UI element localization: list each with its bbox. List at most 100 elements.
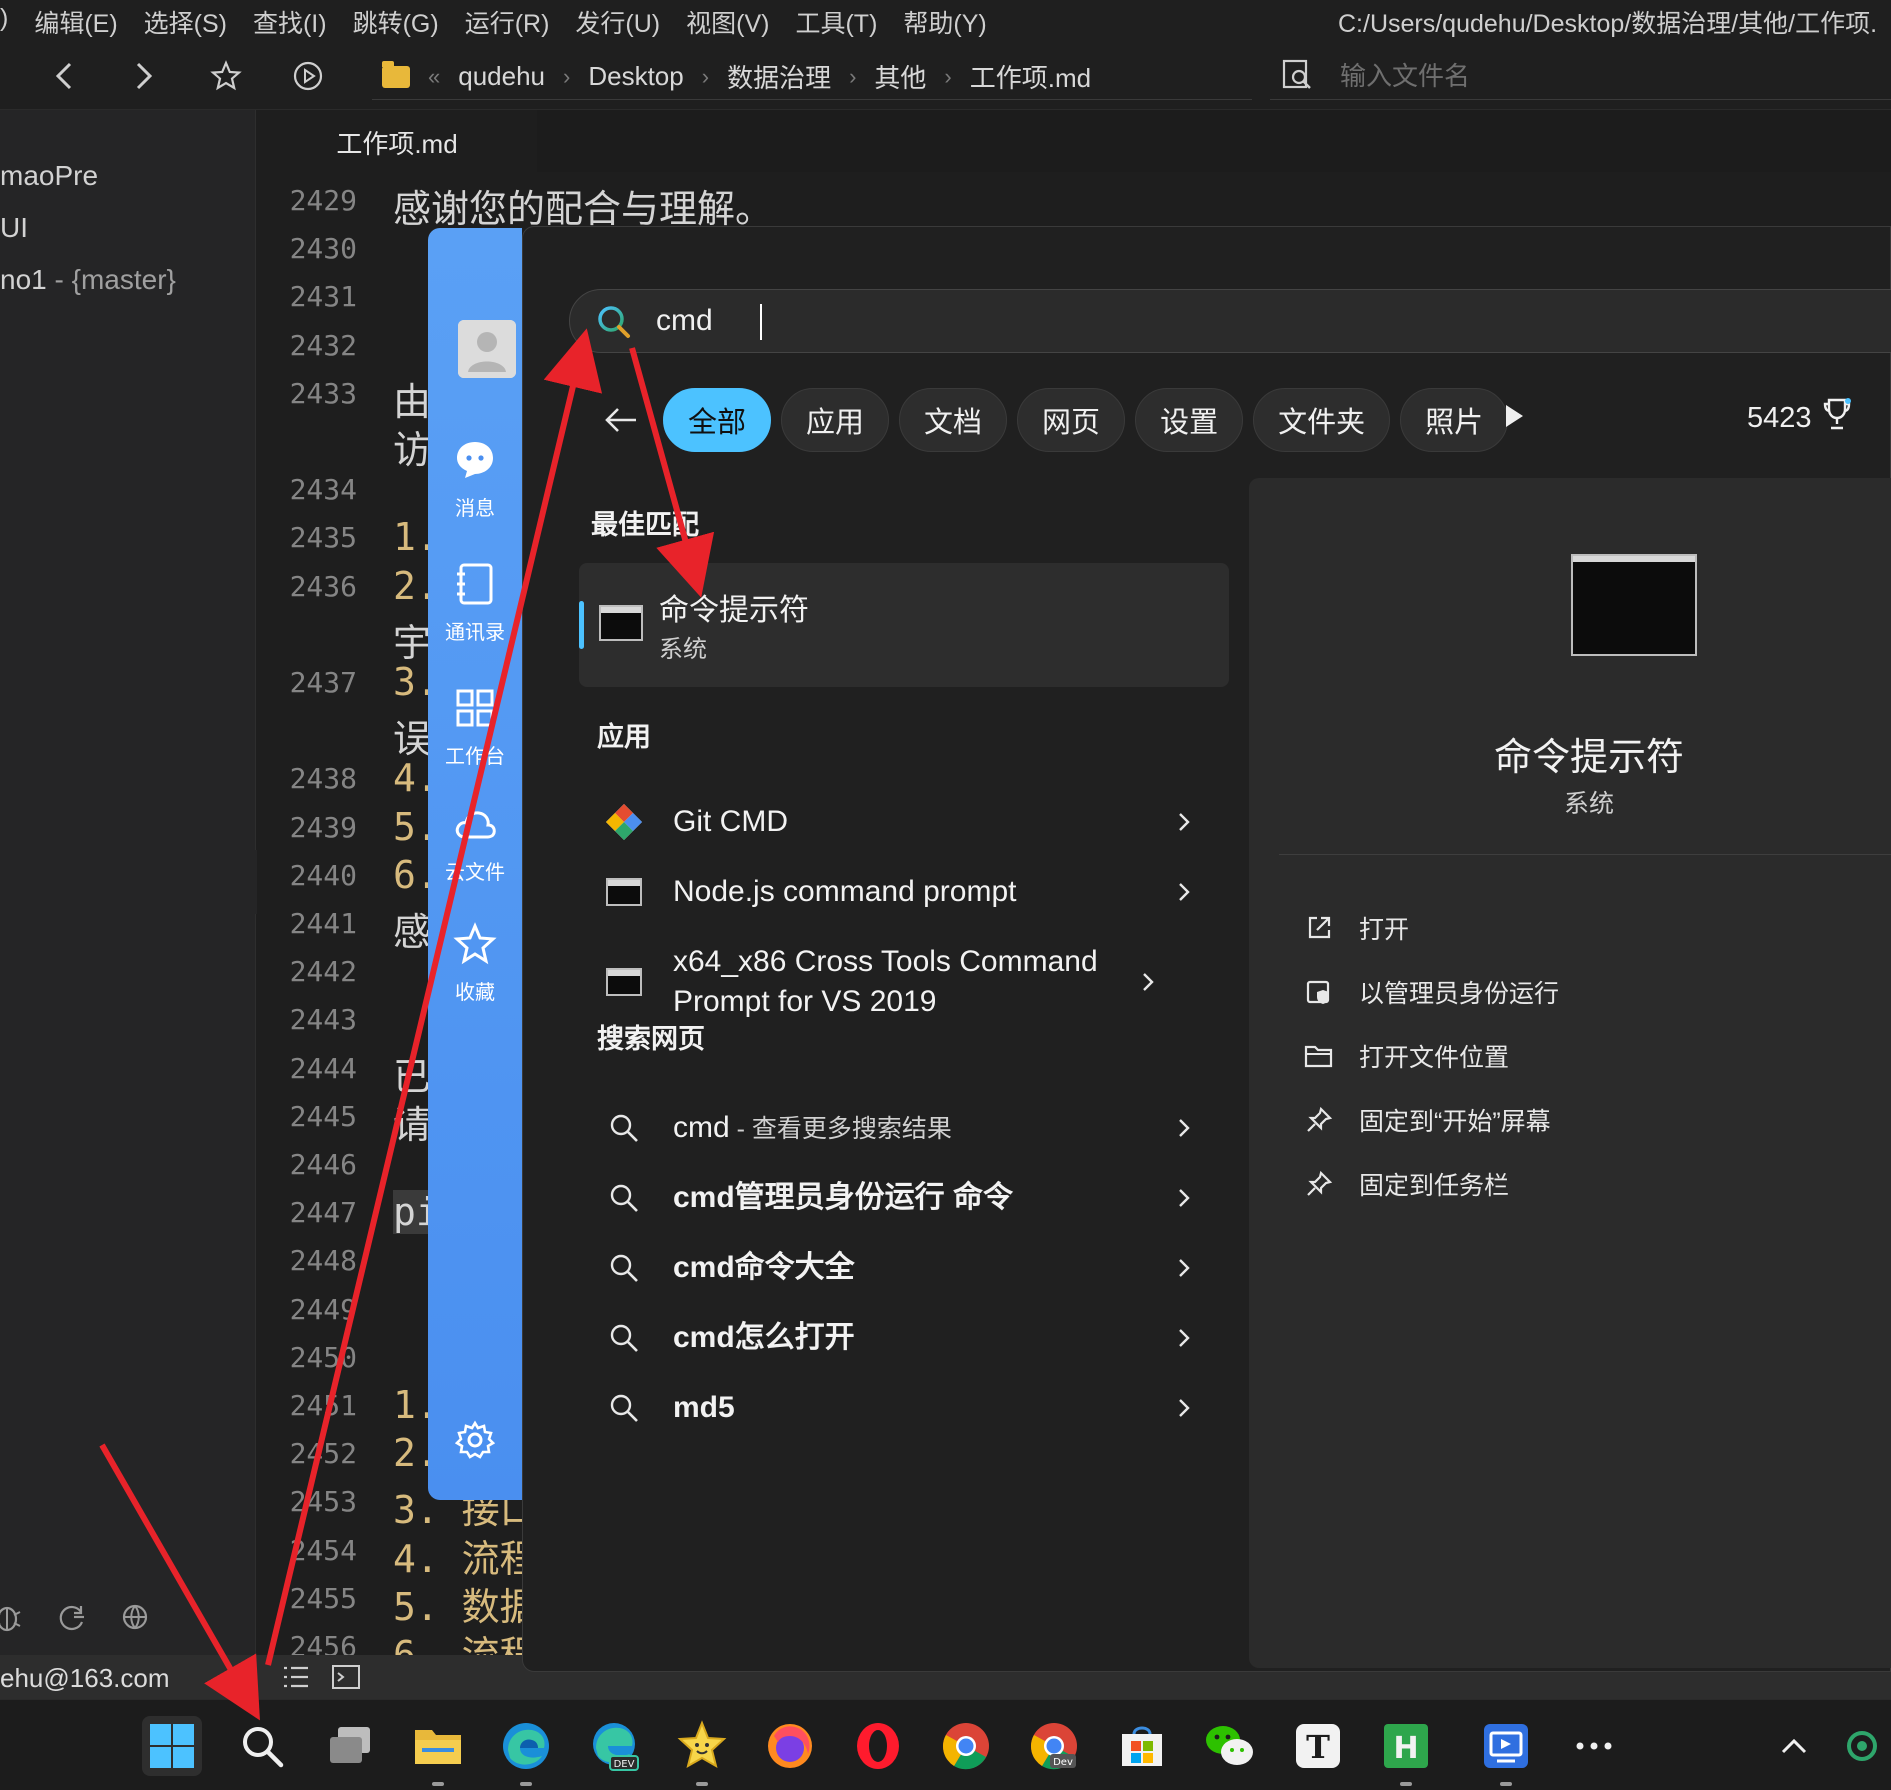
edge-dev-button[interactable]: DEV — [584, 1716, 644, 1776]
best-match-title: 命令提示符 — [659, 594, 809, 627]
star-icon[interactable] — [204, 54, 248, 98]
typora-button[interactable]: T — [1288, 1716, 1348, 1776]
back-arrow-icon[interactable] — [593, 392, 649, 448]
filter-web[interactable]: 网页 — [1017, 388, 1126, 452]
contacts-icon — [449, 558, 501, 610]
qq-cloud-files[interactable]: 云文件 — [428, 798, 522, 885]
chevron-right-icon: › — [701, 63, 710, 89]
breadcrumb-item[interactable]: 工作项.md — [970, 58, 1091, 95]
cloud-settings-icon[interactable] — [118, 1600, 152, 1639]
bug-icon[interactable] — [0, 1600, 24, 1639]
file-search-input[interactable] — [1340, 61, 1740, 92]
star-app-button[interactable] — [672, 1716, 732, 1786]
app-result-nodejs-prompt[interactable]: Node.js command prompt — [579, 857, 1229, 927]
microsoft-store-button[interactable] — [1112, 1716, 1172, 1776]
breadcrumb-item[interactable]: 其他 — [874, 58, 926, 95]
qq-settings[interactable] — [428, 1414, 522, 1472]
menu-select[interactable]: 选择(S) — [144, 4, 227, 40]
terminal-icon[interactable] — [332, 1665, 360, 1696]
wechat-button[interactable] — [1200, 1716, 1260, 1776]
filter-apps[interactable]: 应用 — [781, 388, 890, 452]
app-result-git-cmd[interactable]: Git CMD — [579, 787, 1229, 857]
remote-desktop-button[interactable] — [1476, 1716, 1536, 1786]
filter-documents[interactable]: 文档 — [899, 388, 1008, 452]
filter-all[interactable]: 全部 — [663, 388, 772, 452]
web-result[interactable]: md5 — [579, 1373, 1229, 1443]
git-sync-icon[interactable] — [54, 1600, 88, 1639]
action-run-as-admin[interactable]: 以管理员身份运行 — [1303, 974, 1559, 1010]
chrome-button[interactable] — [936, 1716, 996, 1776]
play-more-filters-icon[interactable] — [1503, 403, 1525, 434]
web-result[interactable]: cmd - 查看更多搜索结果 — [579, 1093, 1229, 1163]
tray-app-button[interactable] — [1832, 1716, 1891, 1776]
code-line: 感 — [393, 912, 432, 954]
chevron-right-icon[interactable] — [1169, 881, 1199, 903]
qq-messages[interactable]: 消息 — [428, 434, 522, 521]
menu-edit[interactable]: 编辑(E) — [34, 4, 117, 40]
account-email[interactable]: ehu@163.com — [0, 1663, 170, 1694]
qq-favorites[interactable]: 收藏 — [428, 918, 522, 1005]
opera-button[interactable] — [848, 1716, 908, 1776]
outline-icon[interactable] — [282, 1665, 310, 1696]
hbuilderx-button[interactable]: H — [1376, 1716, 1436, 1786]
action-pin-start[interactable]: 固定到“开始”屏幕 — [1303, 1102, 1551, 1138]
tab-workitems[interactable]: 工作项.md — [257, 110, 537, 172]
search-input[interactable] — [656, 298, 1556, 344]
edge-button[interactable] — [496, 1716, 556, 1786]
chevron-right-icon[interactable] — [1169, 1397, 1199, 1419]
qq-workspace[interactable]: 工作台 — [428, 682, 522, 769]
run-preview-icon[interactable] — [286, 54, 330, 98]
menu-find[interactable]: 查找(I) — [253, 4, 327, 40]
action-pin-taskbar[interactable]: 固定到任务栏 — [1303, 1166, 1509, 1202]
firefox-button[interactable] — [760, 1716, 820, 1776]
menu-view[interactable]: 视图(V) — [686, 4, 769, 40]
menu-goto[interactable]: 跳转(G) — [353, 4, 439, 40]
action-open-location[interactable]: 打开文件位置 — [1303, 1038, 1509, 1074]
web-result[interactable]: cmd管理员身份运行 命令 — [579, 1163, 1229, 1233]
file-explorer-button[interactable] — [408, 1716, 468, 1786]
chevron-right-icon[interactable] — [1169, 1117, 1199, 1139]
breadcrumb-item[interactable]: 数据治理 — [727, 58, 831, 95]
opera-icon — [857, 1723, 899, 1769]
project-item[interactable]: UI — [0, 212, 28, 244]
more-apps-button[interactable] — [1564, 1716, 1624, 1776]
filter-photos[interactable]: 照片 — [1400, 388, 1509, 452]
menu-help[interactable]: 帮助(Y) — [903, 4, 986, 40]
qq-item-label: 云文件 — [445, 862, 505, 884]
search-box[interactable] — [569, 289, 1891, 353]
breadcrumb-item[interactable]: qudehu — [458, 61, 545, 92]
project-item[interactable]: maoPre — [0, 160, 98, 192]
svg-text:T: T — [1306, 1728, 1330, 1766]
back-arrow-icon[interactable] — [42, 54, 86, 98]
rewards-points[interactable]: 5423 — [1747, 397, 1852, 439]
action-open[interactable]: 打开 — [1303, 910, 1409, 946]
web-result-query: cmd管理员身份运行 命令 — [673, 1181, 1014, 1214]
chrome-dev-button[interactable]: Dev — [1024, 1716, 1084, 1776]
taskbar-search-button[interactable] — [232, 1716, 292, 1776]
project-name: no1 — [0, 264, 47, 295]
filter-settings[interactable]: 设置 — [1135, 388, 1244, 452]
chevron-right-icon[interactable] — [1169, 1327, 1199, 1349]
menu-publish[interactable]: 发行(U) — [575, 4, 660, 40]
breadcrumb-item[interactable]: Desktop — [588, 61, 683, 92]
chevron-right-icon[interactable] — [1169, 811, 1199, 833]
web-result[interactable]: cmd怎么打开 — [579, 1303, 1229, 1373]
breadcrumb-overflow-icon[interactable]: « — [428, 64, 440, 90]
code-line: 由 — [393, 381, 432, 424]
menu-run[interactable]: 运行(R) — [465, 4, 550, 40]
chevron-right-icon[interactable] — [1169, 1187, 1199, 1209]
web-result[interactable]: cmd命令大全 — [579, 1233, 1229, 1303]
avatar[interactable] — [458, 320, 516, 378]
project-item[interactable]: no1 - {master} — [0, 264, 176, 296]
task-view-button[interactable] — [320, 1716, 380, 1776]
show-hidden-icons-button[interactable] — [1764, 1716, 1824, 1776]
start-button[interactable] — [142, 1716, 202, 1776]
chevron-right-icon[interactable] — [1169, 1257, 1199, 1279]
forward-arrow-icon[interactable] — [122, 54, 166, 98]
filter-folders[interactable]: 文件夹 — [1253, 388, 1391, 452]
best-match-result[interactable]: 命令提示符 系统 — [579, 563, 1229, 687]
menu-bar: ) 编辑(E) 选择(S) 查找(I) 跳转(G) 运行(R) 发行(U) 视图… — [0, 0, 1891, 42]
chevron-right-icon[interactable] — [1133, 971, 1163, 993]
qq-contacts[interactable]: 通讯录 — [428, 558, 522, 645]
menu-tools[interactable]: 工具(T) — [795, 4, 877, 40]
